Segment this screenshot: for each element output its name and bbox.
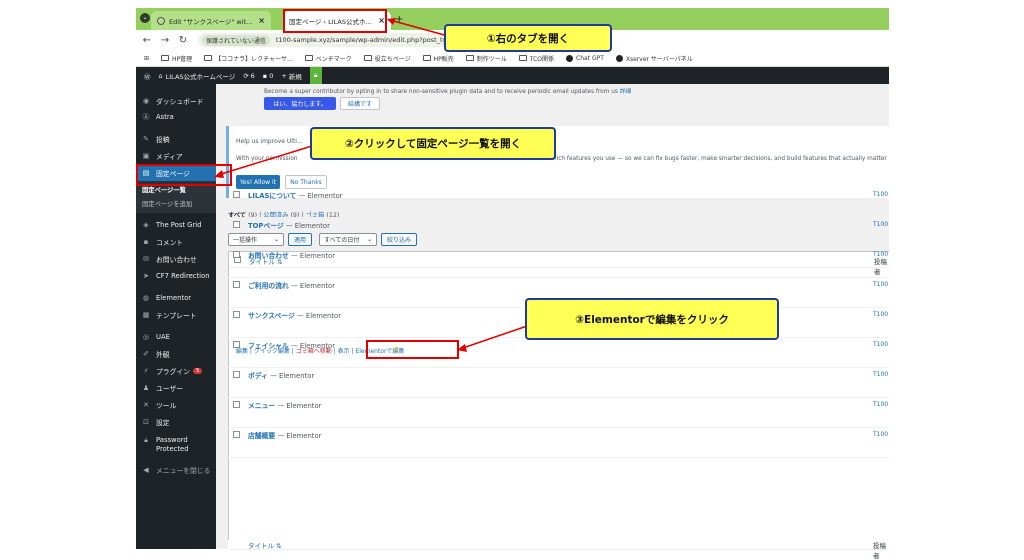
mouse-cursor-icon: ➚ <box>392 345 400 355</box>
arrow-step3 <box>459 324 531 350</box>
highlight-tab <box>283 9 387 33</box>
arrow-step1 <box>389 19 449 37</box>
callout-step3: ③Elementorで編集をクリック <box>525 298 779 340</box>
arrow-step2 <box>217 145 313 176</box>
callout-step1: ①右のタブを開く <box>444 24 612 52</box>
callout-step2: ②クリックして固定ページ一覧を開く <box>310 127 556 160</box>
highlight-pages-menu <box>136 164 232 186</box>
annotation-arrows <box>214 18 531 352</box>
highlight-elementor-link <box>366 340 459 359</box>
